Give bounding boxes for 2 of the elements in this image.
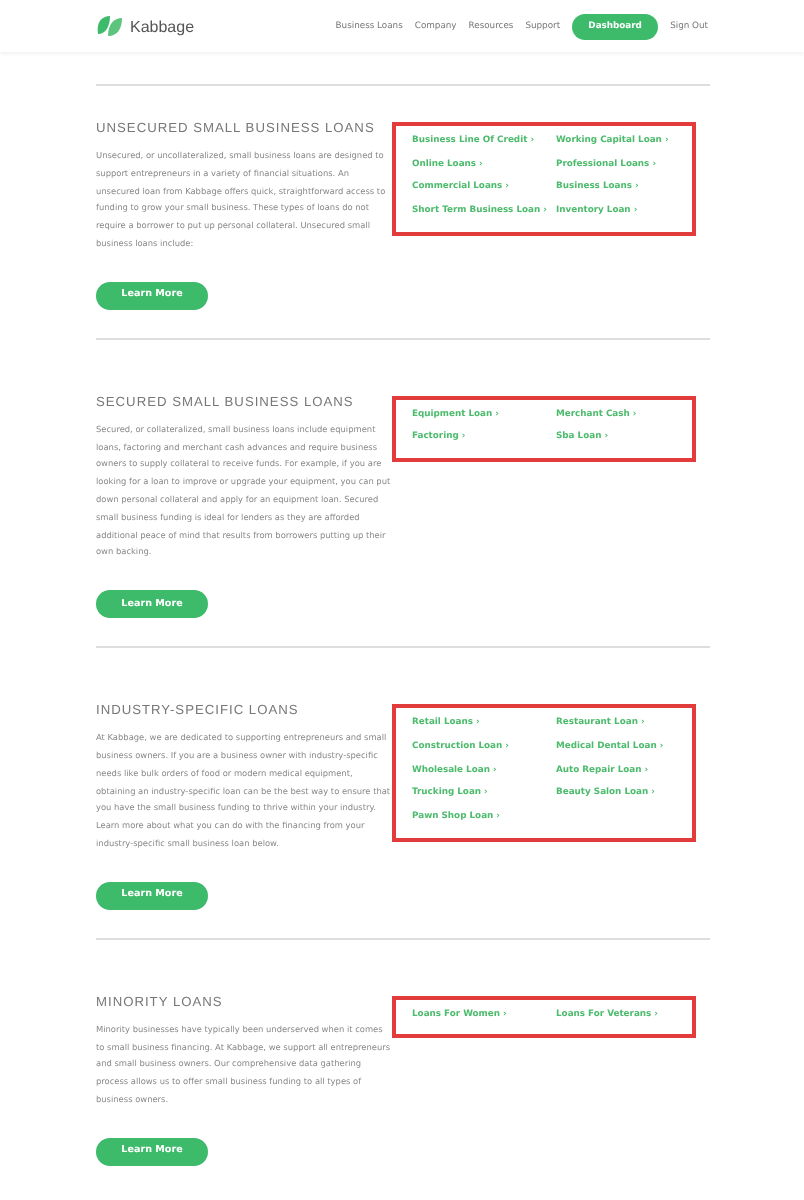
- leaf-logo-icon: [96, 14, 124, 38]
- logo-text[interactable]: Kabbage: [130, 17, 195, 35]
